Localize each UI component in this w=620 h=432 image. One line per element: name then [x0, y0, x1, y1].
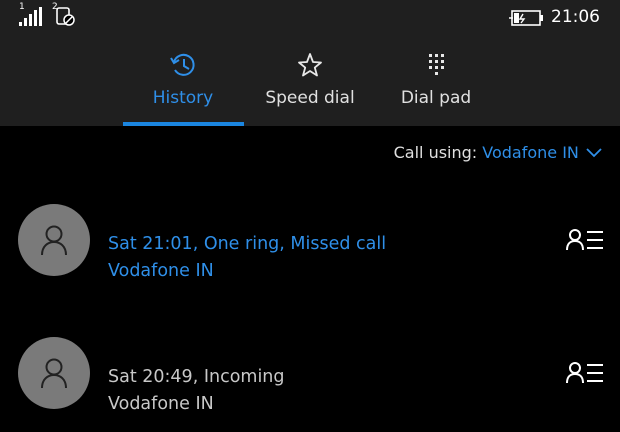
call-using-selector[interactable]: Call using: Vodafone IN: [394, 143, 602, 162]
call-sim: Vodafone IN: [108, 261, 214, 281]
contact-avatar: [18, 337, 90, 409]
dialpad-icon: [429, 54, 444, 75]
tab-history-label: History: [152, 88, 214, 108]
tab-history[interactable]: History: [148, 50, 218, 108]
tab-dial-pad-label: Dial pad: [400, 88, 472, 108]
clock: 21:06: [551, 7, 600, 27]
call-sim: Vodafone IN: [108, 394, 214, 414]
battery-charging-icon: [509, 10, 543, 26]
header-area: 1 2 21:06 History Speed dial Dial pad: [0, 0, 620, 126]
tab-bar: History Speed dial Dial pad: [0, 50, 620, 126]
tab-speed-dial[interactable]: Speed dial: [262, 50, 358, 108]
signal-strength-icon: [19, 7, 42, 26]
active-tab-indicator: [123, 122, 244, 126]
no-signal-icon: [56, 7, 75, 26]
contact-avatar: [18, 204, 90, 276]
chevron-down-icon: [586, 148, 602, 158]
call-using-label: Call using:: [393, 143, 478, 162]
call-summary: Sat 20:49, Incoming: [108, 367, 285, 387]
contact-details-icon[interactable]: [566, 228, 604, 252]
call-summary: Sat 21:01, One ring, Missed call: [108, 234, 387, 254]
status-bar: 1 2 21:06: [0, 0, 620, 36]
star-icon: [298, 53, 322, 77]
contact-details-icon[interactable]: [566, 361, 604, 385]
tab-dial-pad[interactable]: Dial pad: [398, 50, 474, 108]
call-history-item[interactable]: Sat 21:01, One ring, Missed call Vodafon…: [0, 204, 620, 294]
person-icon: [41, 225, 67, 256]
history-icon: [170, 53, 195, 76]
person-icon: [41, 358, 67, 389]
tab-speed-dial-label: Speed dial: [265, 88, 355, 108]
call-using-carrier: Vodafone IN: [482, 143, 579, 162]
call-history-item[interactable]: Sat 20:49, Incoming Vodafone IN: [0, 337, 620, 427]
